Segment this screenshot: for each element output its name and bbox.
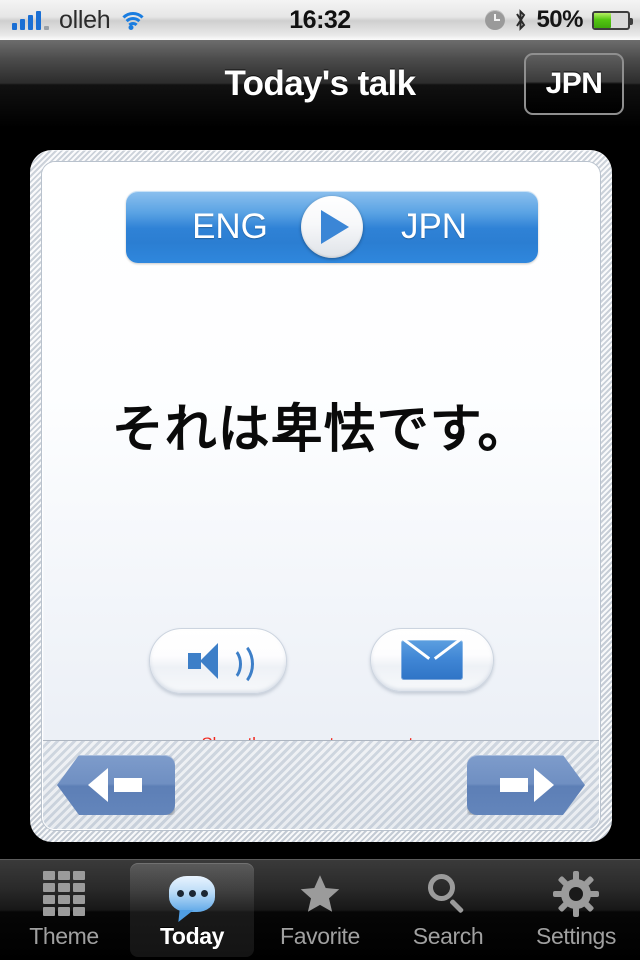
speak-button[interactable] <box>148 628 287 694</box>
tab-label-settings: Settings <box>536 922 616 949</box>
status-bar: olleh 16:32 50% <box>0 0 640 41</box>
app-screen: olleh 16:32 50% Today's talk JPN ENG JPN… <box>0 0 640 960</box>
tab-search[interactable]: Search <box>386 863 510 957</box>
tab-favorite[interactable]: Favorite <box>258 863 382 957</box>
tab-bar: Theme Today Favorite Search Settings <box>0 859 640 960</box>
source-language-label: ENG <box>192 207 268 246</box>
tab-label-theme: Theme <box>29 922 99 949</box>
card-footer <box>43 740 599 829</box>
target-language-label: JPN <box>400 207 468 246</box>
phrase-text: それは卑怯です。 <box>111 400 531 460</box>
mail-button[interactable] <box>369 628 494 692</box>
envelope-icon <box>400 640 463 680</box>
phrase-card: ENG JPN それは卑怯です。 Show the screen <box>42 162 600 830</box>
star-icon <box>297 871 343 917</box>
battery-icon <box>592 10 633 30</box>
speech-bubble-icon <box>169 871 215 917</box>
status-bar-center: 16:32 <box>0 6 640 35</box>
tab-theme[interactable]: Theme <box>2 863 126 957</box>
tab-label-search: Search <box>412 922 484 949</box>
navigation-bar: Today's talk JPN <box>0 40 640 129</box>
tab-label-favorite: Favorite <box>280 922 360 949</box>
clock-time: 16:32 <box>289 5 351 34</box>
language-direction-bar[interactable]: ENG JPN <box>126 191 538 263</box>
arrow-left-icon <box>88 768 144 802</box>
tab-today[interactable]: Today <box>130 863 254 957</box>
language-button[interactable]: JPN <box>524 53 624 115</box>
tab-settings[interactable]: Settings <box>514 863 638 957</box>
arrow-right-icon <box>498 768 554 802</box>
play-icon[interactable] <box>301 196 363 258</box>
speaker-icon <box>187 641 254 687</box>
gear-icon <box>553 870 599 917</box>
tab-label-today: Today <box>159 922 225 949</box>
magnifier-icon <box>428 871 468 917</box>
grid-icon <box>43 871 85 917</box>
phrase-card-frame: ENG JPN それは卑怯です。 Show the screen <box>30 150 612 842</box>
previous-phrase-button[interactable] <box>57 755 175 815</box>
action-buttons <box>43 628 599 694</box>
next-phrase-button[interactable] <box>467 755 585 815</box>
